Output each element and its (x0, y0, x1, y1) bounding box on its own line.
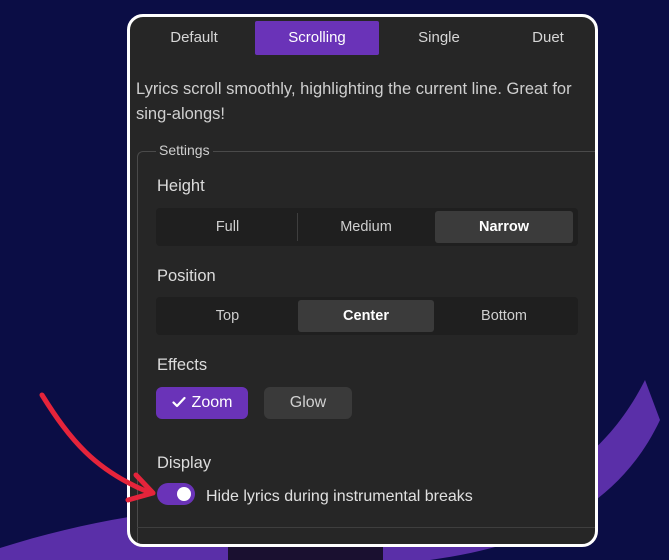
check-icon (171, 396, 186, 408)
effect-zoom-chip[interactable]: Zoom (156, 387, 248, 419)
hide-lyrics-label: Hide lyrics during instrumental breaks (206, 488, 473, 505)
effect-glow-chip[interactable]: Glow (264, 387, 352, 419)
effects-label: Effects (157, 356, 208, 374)
style-description: Lyrics scroll smoothly, highlighting the… (136, 80, 572, 123)
position-option-top[interactable]: Top (159, 300, 296, 332)
height-option-narrow[interactable]: Narrow (435, 211, 573, 243)
position-selector: Top Center Bottom (156, 297, 578, 335)
position-option-center[interactable]: Center (298, 300, 434, 332)
height-selector: Full Medium Narrow (156, 208, 578, 246)
tab-default[interactable]: Default (138, 21, 250, 55)
effect-glow-label: Glow (289, 394, 327, 411)
height-option-medium[interactable]: Medium (298, 211, 434, 243)
tab-duet[interactable]: Duet (498, 21, 595, 55)
settings-legend: Settings (156, 142, 213, 158)
display-label: Display (157, 454, 212, 472)
effect-zoom-label: Zoom (191, 394, 233, 411)
position-option-bottom[interactable]: Bottom (435, 300, 573, 332)
height-option-full[interactable]: Full (159, 211, 296, 243)
hide-lyrics-toggle[interactable] (157, 483, 195, 505)
lyrics-style-panel: Default Scrolling Single Duet Lyrics scr… (127, 14, 598, 547)
style-tabs: Default Scrolling Single Duet (130, 21, 595, 55)
toggle-knob (177, 487, 191, 501)
divider (137, 527, 595, 528)
position-label: Position (157, 267, 216, 285)
height-label: Height (157, 177, 205, 195)
tab-scrolling[interactable]: Scrolling (255, 21, 379, 55)
tab-single[interactable]: Single (384, 21, 494, 55)
